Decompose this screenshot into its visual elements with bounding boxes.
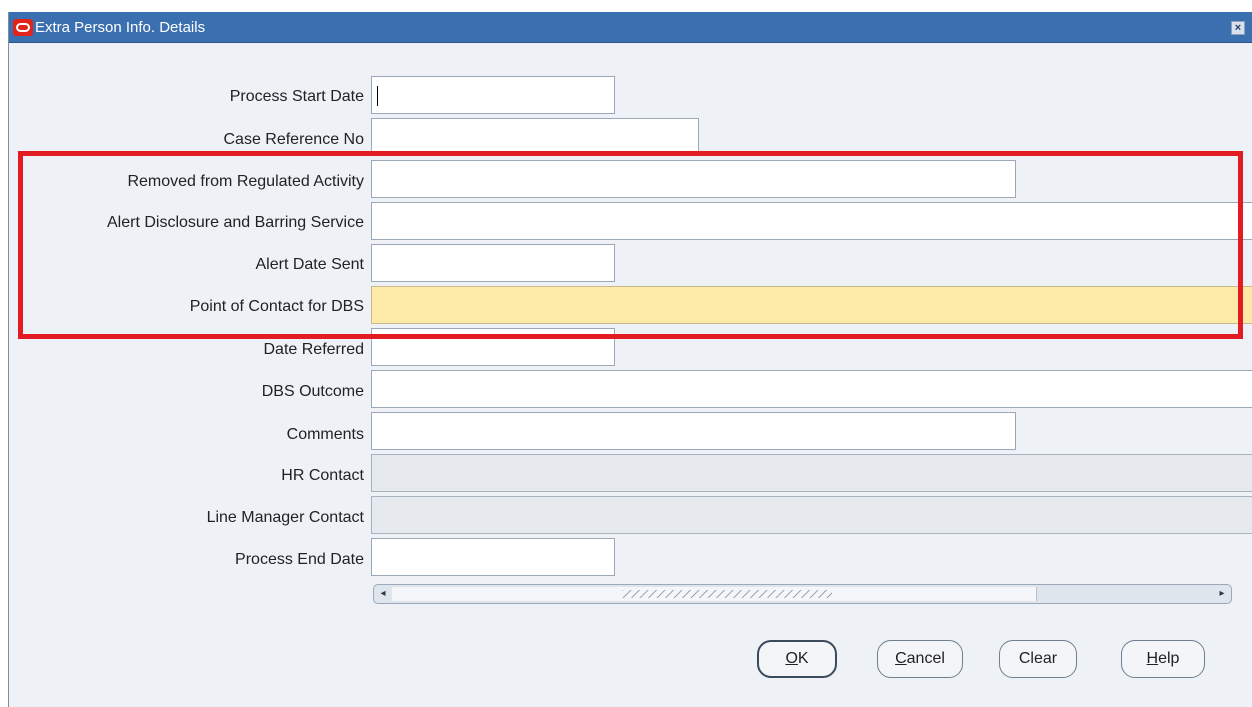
case-reference-no-field[interactable] [371, 118, 699, 156]
clear-label: Clear [1018, 650, 1058, 667]
label-alert-date-sent: Alert Date Sent [255, 256, 365, 273]
label-point-of-contact-dbs: Point of Contact for DBS [189, 298, 364, 315]
label-line-manager-contact: Line Manager Contact [206, 509, 364, 526]
hr-contact-field[interactable] [371, 454, 1252, 492]
cancel-mnemonic: C [895, 650, 907, 667]
dbs-outcome-field[interactable] [371, 370, 1252, 408]
removed-from-regulated-activity-field[interactable] [371, 160, 1016, 198]
window-title: Extra Person Info. Details [35, 19, 206, 36]
scroll-left-icon[interactable]: ◂ [377, 587, 389, 601]
alert-dbs-field[interactable] [371, 202, 1252, 240]
comments-field[interactable] [371, 412, 1016, 450]
label-date-referred: Date Referred [263, 341, 365, 358]
date-referred-field[interactable] [371, 328, 615, 366]
line-manager-contact-field[interactable] [371, 496, 1252, 534]
label-case-reference-no: Case Reference No [223, 131, 364, 148]
label-hr-contact: HR Contact [281, 467, 364, 484]
oracle-logo-icon [13, 19, 33, 36]
scrollbar-thumb[interactable] [392, 587, 1037, 601]
label-process-start-date: Process Start Date [229, 88, 364, 105]
horizontal-scrollbar[interactable]: ◂ ▸ [373, 584, 1232, 604]
help-button[interactable]: Help [1121, 640, 1205, 678]
cancel-button[interactable]: Cancel [877, 640, 963, 678]
process-start-date-field[interactable] [371, 76, 615, 114]
scroll-right-icon[interactable]: ▸ [1216, 587, 1228, 601]
label-dbs-outcome: DBS Outcome [261, 383, 364, 400]
help-label: elp [1158, 650, 1180, 667]
close-icon[interactable]: × [1231, 21, 1245, 35]
title-bar: Extra Person Info. Details × [9, 12, 1252, 43]
scrollbar-grip [622, 590, 832, 598]
clear-button[interactable]: Clear [999, 640, 1077, 678]
extra-person-info-window: Extra Person Info. Details × Process Sta… [8, 12, 1252, 707]
help-mnemonic: H [1146, 650, 1159, 667]
cancel-label: ancel [906, 650, 945, 667]
process-end-date-field[interactable] [371, 538, 615, 576]
label-removed-from-regulated-activity: Removed from Regulated Activity [127, 173, 364, 190]
alert-date-sent-field[interactable] [371, 244, 615, 282]
ok-button[interactable]: OK [757, 640, 837, 678]
label-process-end-date: Process End Date [235, 551, 364, 568]
text-caret [377, 86, 378, 106]
ok-mnemonic: O [785, 650, 798, 667]
ok-label: K [797, 650, 809, 667]
point-of-contact-dbs-field[interactable] [371, 286, 1252, 324]
label-comments: Comments [286, 426, 364, 443]
label-alert-dbs: Alert Disclosure and Barring Service [107, 214, 364, 231]
